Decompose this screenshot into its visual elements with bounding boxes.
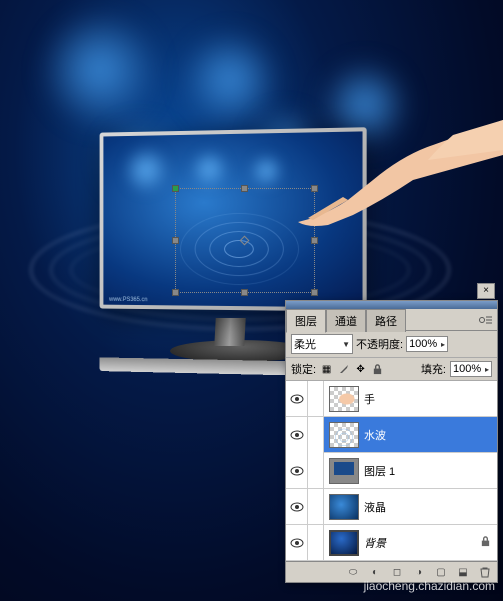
- layer-thumbnail[interactable]: [329, 386, 359, 412]
- watermark-text: jiaocheng.chazidian.com: [364, 579, 495, 593]
- layer-thumbnail[interactable]: [329, 494, 359, 520]
- lock-transparency-icon[interactable]: ▦: [320, 363, 333, 376]
- layer-row-lcd[interactable]: 液晶: [286, 489, 497, 525]
- monitor-brand-text: www.PS365.cn: [109, 297, 147, 303]
- opacity-value: 100%: [409, 338, 437, 350]
- link-layers-button[interactable]: ⬭: [345, 565, 361, 579]
- tab-paths[interactable]: 路径: [366, 309, 406, 332]
- layer-row-hand[interactable]: 手: [286, 381, 497, 417]
- layer-name[interactable]: 水波: [364, 427, 386, 443]
- dropdown-icon: ▼: [342, 340, 350, 349]
- panel-menu-button[interactable]: [479, 314, 493, 326]
- opacity-input[interactable]: 100% ▸: [406, 336, 448, 352]
- layer-mask-button[interactable]: ◻: [389, 565, 405, 579]
- panel-titlebar[interactable]: [286, 301, 497, 309]
- hand-graphic: [253, 120, 503, 280]
- layer-visibility-toggle[interactable]: [286, 417, 308, 453]
- dropdown-icon: ▸: [441, 340, 445, 349]
- layer-thumbnail[interactable]: [329, 422, 359, 448]
- layer-visibility-toggle[interactable]: [286, 489, 308, 525]
- layer-visibility-toggle[interactable]: [286, 381, 308, 417]
- layer-visibility-toggle[interactable]: [286, 453, 308, 489]
- layer-style-button[interactable]: ◐: [367, 565, 383, 579]
- fill-value: 100%: [453, 363, 481, 375]
- layer-row-background[interactable]: 背景: [286, 525, 497, 561]
- fill-input[interactable]: 100% ▸: [450, 361, 492, 377]
- layer-group-button[interactable]: ▢: [433, 565, 449, 579]
- layers-panel[interactable]: × 图层 通道 路径 柔光 ▼ 不透明度: 100% ▸ 锁定: ▦ ✥ 填充:…: [285, 300, 498, 583]
- layer-name[interactable]: 图层 1: [364, 463, 395, 479]
- layer-list: 手 水波 图层 1 液晶 背景: [286, 381, 497, 561]
- layer-thumbnail[interactable]: [329, 530, 359, 556]
- layer-name[interactable]: 手: [364, 391, 375, 407]
- layer-row-ripple[interactable]: 水波: [286, 417, 497, 453]
- layer-row-layer1[interactable]: 图层 1: [286, 453, 497, 489]
- delete-layer-button[interactable]: [477, 565, 493, 579]
- tab-layers[interactable]: 图层: [286, 309, 326, 333]
- lock-position-icon[interactable]: ✥: [354, 363, 367, 376]
- blend-mode-value: 柔光: [294, 336, 316, 352]
- layer-visibility-toggle[interactable]: [286, 525, 308, 561]
- lock-pixels-icon[interactable]: [337, 363, 350, 376]
- layer-name[interactable]: 背景: [364, 535, 386, 551]
- lock-label: 锁定:: [291, 361, 316, 377]
- opacity-label: 不透明度:: [356, 336, 403, 352]
- dropdown-icon: ▸: [485, 365, 489, 374]
- blend-mode-select[interactable]: 柔光 ▼: [291, 334, 353, 354]
- bokeh-light: [40, 10, 160, 130]
- lock-icon: [480, 536, 491, 550]
- lock-all-icon[interactable]: [371, 363, 384, 376]
- layer-thumbnail[interactable]: [329, 458, 359, 484]
- adjustment-layer-button[interactable]: ◑: [411, 565, 427, 579]
- layer-name[interactable]: 液晶: [364, 499, 386, 515]
- new-layer-button[interactable]: ⬓: [455, 565, 471, 579]
- panel-close-button[interactable]: ×: [477, 283, 495, 299]
- fill-label: 填充:: [421, 361, 446, 377]
- tab-channels[interactable]: 通道: [326, 309, 366, 332]
